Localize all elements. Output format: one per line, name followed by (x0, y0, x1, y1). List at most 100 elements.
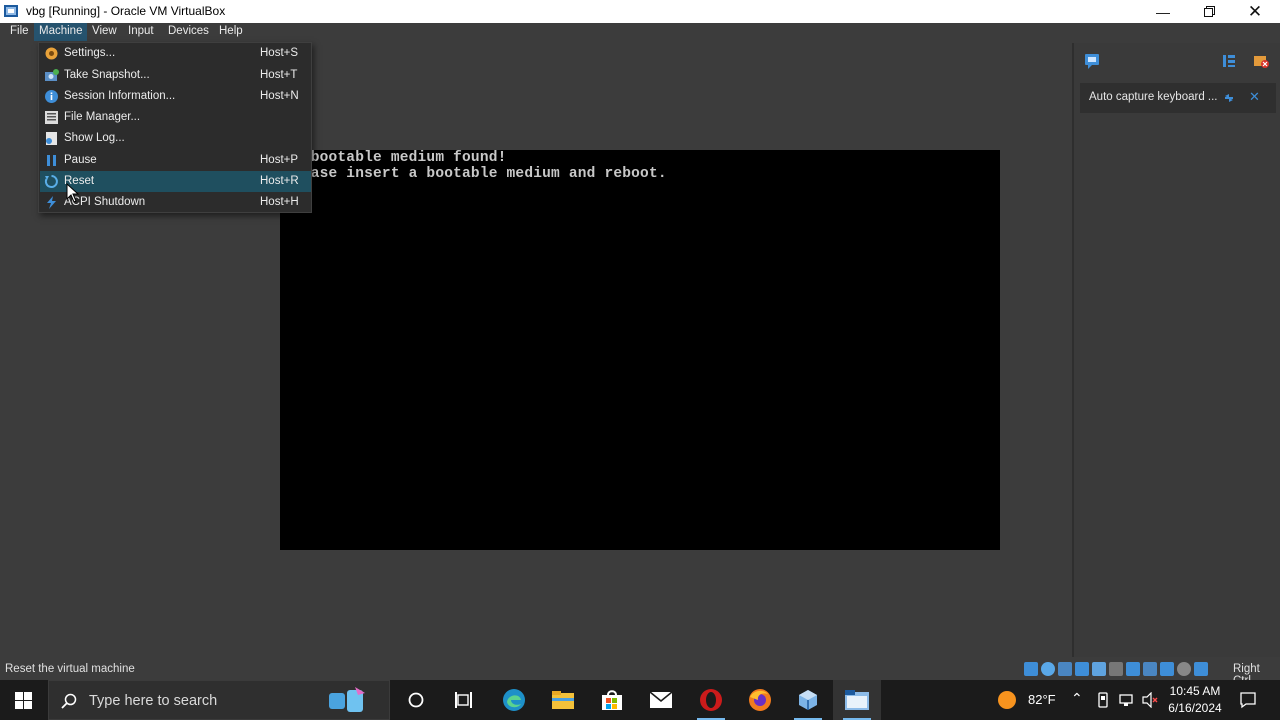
menu-item-shortcut: Host+P (260, 154, 299, 166)
host-key-arrow-icon[interactable] (1194, 662, 1208, 676)
log-icon (46, 132, 57, 145)
show-hidden-icons-chevron-icon[interactable]: ⌃ (1071, 690, 1083, 707)
recording-icon[interactable] (1143, 662, 1157, 676)
menu-item-reset[interactable]: Reset Host+R (40, 171, 311, 192)
menu-file[interactable]: File (5, 23, 34, 41)
virtualbox-app-icon (4, 5, 18, 17)
network-icon[interactable] (1075, 662, 1089, 676)
notification-panel-toolbar (1080, 49, 1280, 81)
taskbar-firefox[interactable] (736, 680, 784, 720)
window-titlebar: vbg [Running] - Oracle VM VirtualBox — ✕ (0, 0, 1280, 23)
taskbar-mail[interactable] (637, 680, 685, 720)
restore-icon (1203, 6, 1215, 17)
menu-item-take-snapshot[interactable]: Take Snapshot... Host+T (40, 65, 311, 86)
audio-icon[interactable] (1058, 662, 1072, 676)
menu-item-label: Session Information... (64, 90, 176, 102)
menu-input[interactable]: Input (123, 23, 159, 41)
taskbar-microsoft-store[interactable] (588, 680, 636, 720)
status-indicators (1024, 660, 1208, 678)
notification-center-panel: Auto capture keyboard ... ✕ (1072, 43, 1280, 657)
cortana-circle-icon (408, 692, 424, 708)
status-text: Reset the virtual machine (5, 663, 135, 675)
minimize-button[interactable]: — (1140, 0, 1186, 23)
pause-icon (47, 155, 56, 166)
menu-item-label: File Manager... (64, 111, 141, 123)
menu-item-shortcut: Host+N (260, 90, 299, 102)
file-explorer-icon (552, 691, 574, 709)
usb-icon[interactable] (1092, 662, 1106, 676)
taskbar-clock[interactable]: 10:45 AM 6/16/2024 (1160, 683, 1230, 717)
vm-console-screen[interactable]: No bootable medium found! Please insert … (280, 150, 1000, 550)
menubar: File Machine View Input Devices Help (0, 23, 1280, 43)
windows-logo-icon (15, 692, 32, 709)
menu-item-pause[interactable]: Pause Host+P (40, 150, 311, 171)
close-icon: ✕ (1247, 1, 1263, 21)
menu-item-shortcut: Host+S (260, 47, 299, 59)
menu-devices[interactable]: Devices (163, 23, 214, 41)
search-icon (61, 693, 77, 709)
shared-folders-icon[interactable] (1109, 662, 1123, 676)
menu-item-acpi-shutdown[interactable]: ACPI Shutdown Host+H (40, 192, 311, 213)
mail-icon (649, 691, 673, 708)
taskbar-file-explorer[interactable] (539, 680, 587, 720)
taskbar-search-box[interactable]: Type here to search (48, 680, 390, 720)
console-line-1: No bootable medium found! (284, 150, 507, 166)
auto-capture-keyboard-notice[interactable]: Auto capture keyboard ... ✕ (1080, 83, 1276, 113)
menu-machine[interactable]: Machine (34, 23, 88, 41)
edge-browser-icon (503, 689, 525, 711)
notification-center-icon[interactable] (1083, 52, 1101, 70)
notice-toggle-icon[interactable] (1223, 92, 1235, 104)
search-placeholder: Type here to search (89, 693, 218, 709)
console-line-2: Please insert a bootable medium and rebo… (284, 166, 667, 182)
menu-view[interactable]: View (87, 23, 122, 41)
menu-item-label: Show Log... (64, 132, 125, 144)
menu-item-shortcut: Host+H (260, 196, 299, 208)
mouse-cursor-icon (66, 183, 80, 203)
menu-item-settings[interactable]: Settings... Host+S (40, 43, 311, 64)
start-button[interactable] (0, 680, 48, 720)
snapshot-icon (45, 69, 59, 81)
action-center-icon[interactable] (1239, 691, 1257, 709)
taskbar-virtualbox-manager[interactable] (784, 680, 832, 720)
menu-item-file-manager[interactable]: File Manager... (40, 107, 311, 128)
microsoft-store-icon (602, 690, 622, 710)
menu-item-label: Settings... (64, 47, 116, 59)
cpu-icon[interactable] (1160, 662, 1174, 676)
sort-notifications-icon[interactable] (1221, 53, 1237, 69)
minimize-icon: — (1156, 3, 1170, 20)
close-button[interactable]: ✕ (1232, 0, 1278, 23)
windows-taskbar: Type here to search 82°F ⌃ 10:45 AM 6/16… (0, 680, 1280, 720)
display-icon[interactable] (1126, 662, 1140, 676)
acpi-shutdown-icon (47, 196, 56, 209)
optical-drive-icon[interactable] (1041, 662, 1055, 676)
removable-device-icon[interactable] (1096, 692, 1110, 708)
menu-item-label: Take Snapshot... (64, 69, 150, 81)
search-highlight-graphic-icon (329, 687, 365, 712)
taskbar-opera[interactable] (687, 680, 735, 720)
settings-gear-icon (45, 47, 58, 60)
menu-item-session-information[interactable]: Session Information... Host+N (40, 86, 311, 107)
opera-browser-icon (700, 689, 722, 711)
info-icon (45, 90, 58, 103)
volume-muted-icon[interactable] (1141, 692, 1159, 708)
menu-item-label: Pause (64, 154, 97, 166)
virtualbox-cube-icon (799, 690, 817, 710)
virtualbox-vm-window-icon (845, 690, 869, 710)
menu-help[interactable]: Help (214, 23, 248, 41)
menu-item-show-log[interactable]: Show Log... (40, 128, 311, 149)
menu-item-shortcut: Host+R (260, 175, 299, 187)
cortana-button[interactable] (392, 680, 440, 720)
taskbar-edge[interactable] (490, 680, 538, 720)
restore-button[interactable] (1186, 0, 1232, 23)
hard-disk-icon[interactable] (1024, 662, 1038, 676)
weather-sun-icon[interactable] (997, 690, 1017, 710)
mouse-integration-icon[interactable] (1177, 662, 1191, 676)
clock-time: 10:45 AM (1169, 684, 1221, 698)
notice-close-icon[interactable]: ✕ (1249, 89, 1260, 105)
network-status-icon[interactable] (1118, 692, 1134, 708)
taskbar-virtualbox-vm[interactable] (833, 680, 881, 720)
clock-date: 6/16/2024 (1168, 701, 1222, 715)
weather-temperature[interactable]: 82°F (1028, 692, 1056, 707)
clear-notifications-icon[interactable] (1252, 53, 1270, 69)
task-view-button[interactable] (440, 680, 488, 720)
